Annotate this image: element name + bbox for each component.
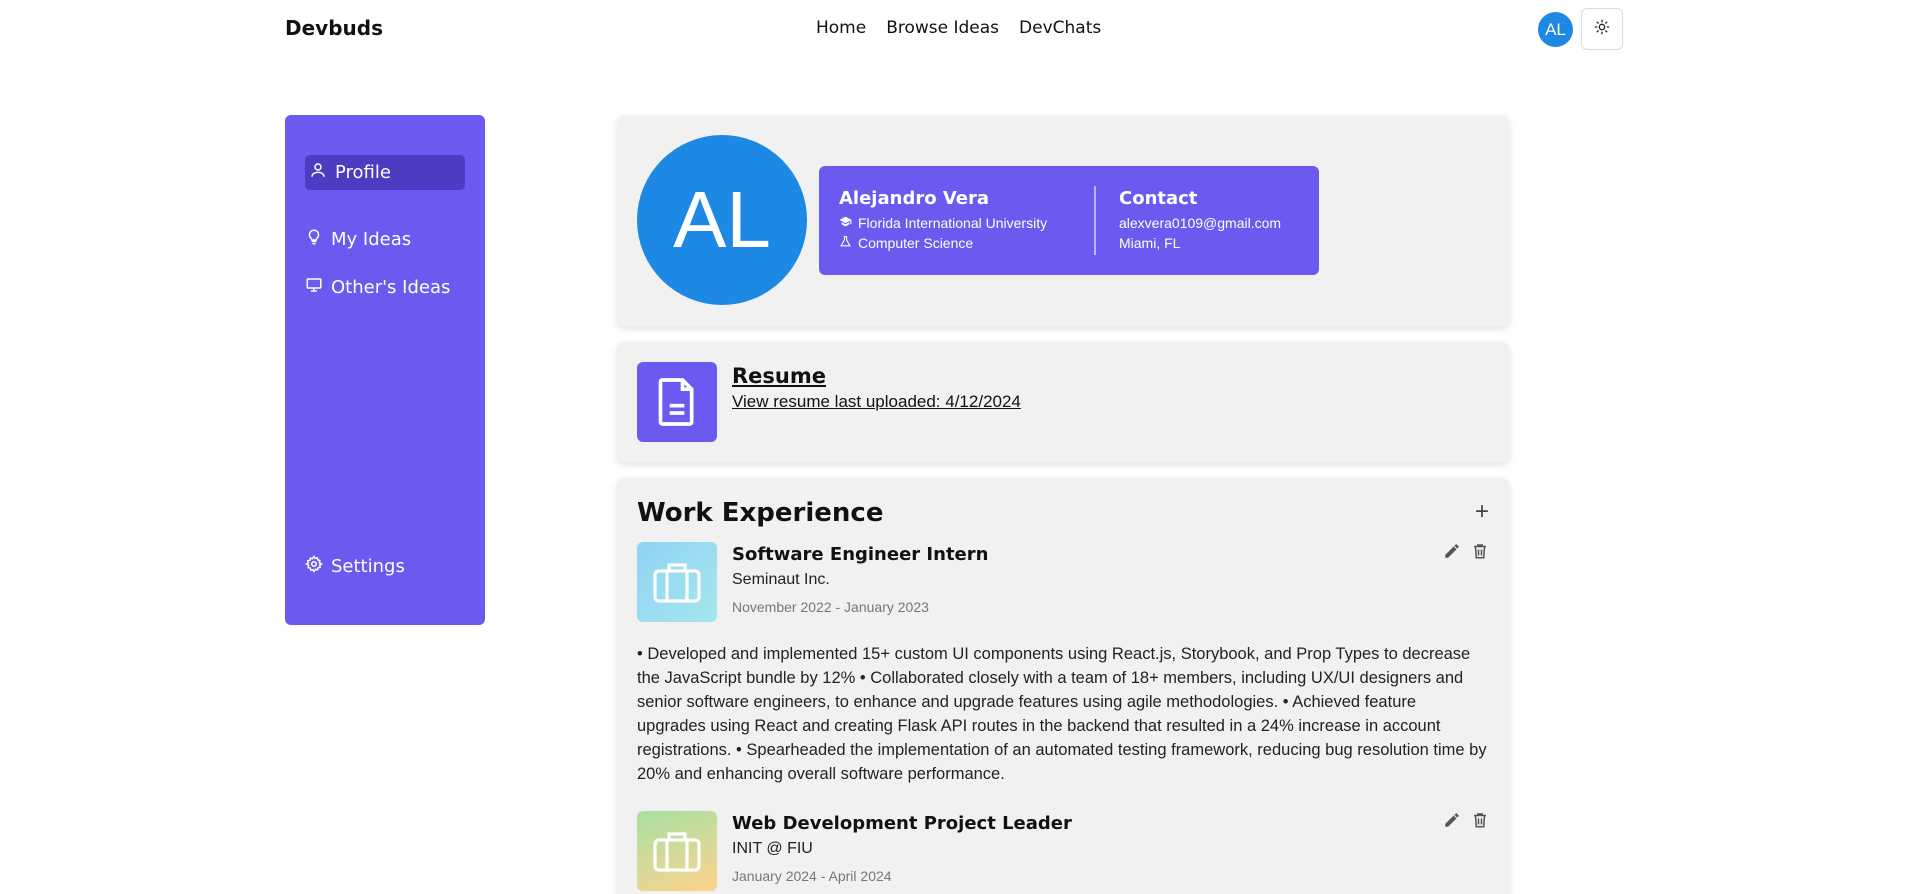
university-text: Florida International University <box>858 215 1048 231</box>
user-icon <box>309 161 327 184</box>
job-dates: November 2022 - January 2023 <box>732 599 929 615</box>
job-role: Web Development Project Leader <box>732 813 1072 834</box>
gear-icon <box>305 555 323 578</box>
university-row: Florida International University <box>839 213 1047 233</box>
sidebar-item-settings[interactable]: Settings <box>305 555 405 578</box>
briefcase-icon <box>637 542 717 622</box>
sidebar-item-profile[interactable]: Profile <box>305 155 465 190</box>
resume-card: Resume View resume last uploaded: 4/12/2… <box>617 342 1509 462</box>
profile-info-box: Alejandro Vera Florida International Uni… <box>819 166 1319 275</box>
job-actions <box>1443 542 1489 565</box>
user-avatar[interactable]: AL <box>1538 12 1573 47</box>
flask-icon <box>839 233 852 253</box>
job-item: Web Development Project Leader INIT @ FI… <box>637 811 1489 894</box>
sidebar-item-label: My Ideas <box>331 229 412 250</box>
graduation-cap-icon <box>839 213 852 233</box>
document-icon <box>637 362 717 442</box>
email-text[interactable]: alexvera0109@gmail.com <box>1119 213 1281 233</box>
main-nav: Home Browse Ideas DevChats <box>816 18 1101 38</box>
sidebar-item-my-ideas[interactable]: My Ideas <box>305 228 411 251</box>
lightbulb-icon <box>305 228 323 251</box>
pencil-icon[interactable] <box>1443 811 1461 834</box>
profile-avatar: AL <box>637 135 807 305</box>
resume-view-link[interactable]: View resume last uploaded: 4/12/2024 <box>732 392 1021 412</box>
nav-devchats[interactable]: DevChats <box>1019 18 1101 38</box>
theme-toggle-button[interactable] <box>1581 8 1623 50</box>
brand-logo[interactable]: Devbuds <box>285 16 383 40</box>
sidebar-item-label: Profile <box>335 162 391 183</box>
add-experience-button[interactable]: + <box>1475 500 1489 524</box>
job-role: Software Engineer Intern <box>732 544 989 565</box>
contact-details: Contact alexvera0109@gmail.com Miami, FL <box>1119 188 1281 253</box>
sidebar-item-label: Settings <box>331 556 405 577</box>
job-company: Seminaut Inc. <box>732 571 830 588</box>
location-text: Miami, FL <box>1119 235 1181 251</box>
profile-details: Alejandro Vera Florida International Uni… <box>839 188 1047 253</box>
trash-icon[interactable] <box>1471 811 1489 834</box>
sidebar-item-others-ideas[interactable]: Other's Ideas <box>305 276 450 299</box>
sidebar: Profile My Ideas Other's Ideas Settings <box>285 115 485 625</box>
contact-heading: Contact <box>1119 188 1198 209</box>
briefcase-icon <box>637 811 717 891</box>
major-row: Computer Science <box>839 233 1047 253</box>
job-actions <box>1443 811 1489 834</box>
work-experience-card: Work Experience + Software Engineer Inte… <box>617 478 1509 894</box>
nav-home[interactable]: Home <box>816 18 866 38</box>
profile-card: AL Alejandro Vera Florida International … <box>617 115 1509 326</box>
job-item: Software Engineer Intern Seminaut Inc. N… <box>637 542 1489 783</box>
monitor-icon <box>305 276 323 299</box>
profile-name: Alejandro Vera <box>839 188 990 209</box>
sun-icon <box>1594 19 1610 40</box>
job-company: INIT @ FIU <box>732 840 813 857</box>
job-description: • Developed and implemented 15+ custom U… <box>637 645 1487 783</box>
nav-browse-ideas[interactable]: Browse Ideas <box>886 18 999 38</box>
trash-icon[interactable] <box>1471 542 1489 565</box>
resume-title-link[interactable]: Resume <box>732 364 826 388</box>
job-dates: January 2024 - April 2024 <box>732 868 892 884</box>
pencil-icon[interactable] <box>1443 542 1461 565</box>
work-experience-heading: Work Experience <box>637 498 884 528</box>
info-divider <box>1094 186 1096 255</box>
major-text: Computer Science <box>858 235 974 251</box>
sidebar-item-label: Other's Ideas <box>331 277 451 298</box>
